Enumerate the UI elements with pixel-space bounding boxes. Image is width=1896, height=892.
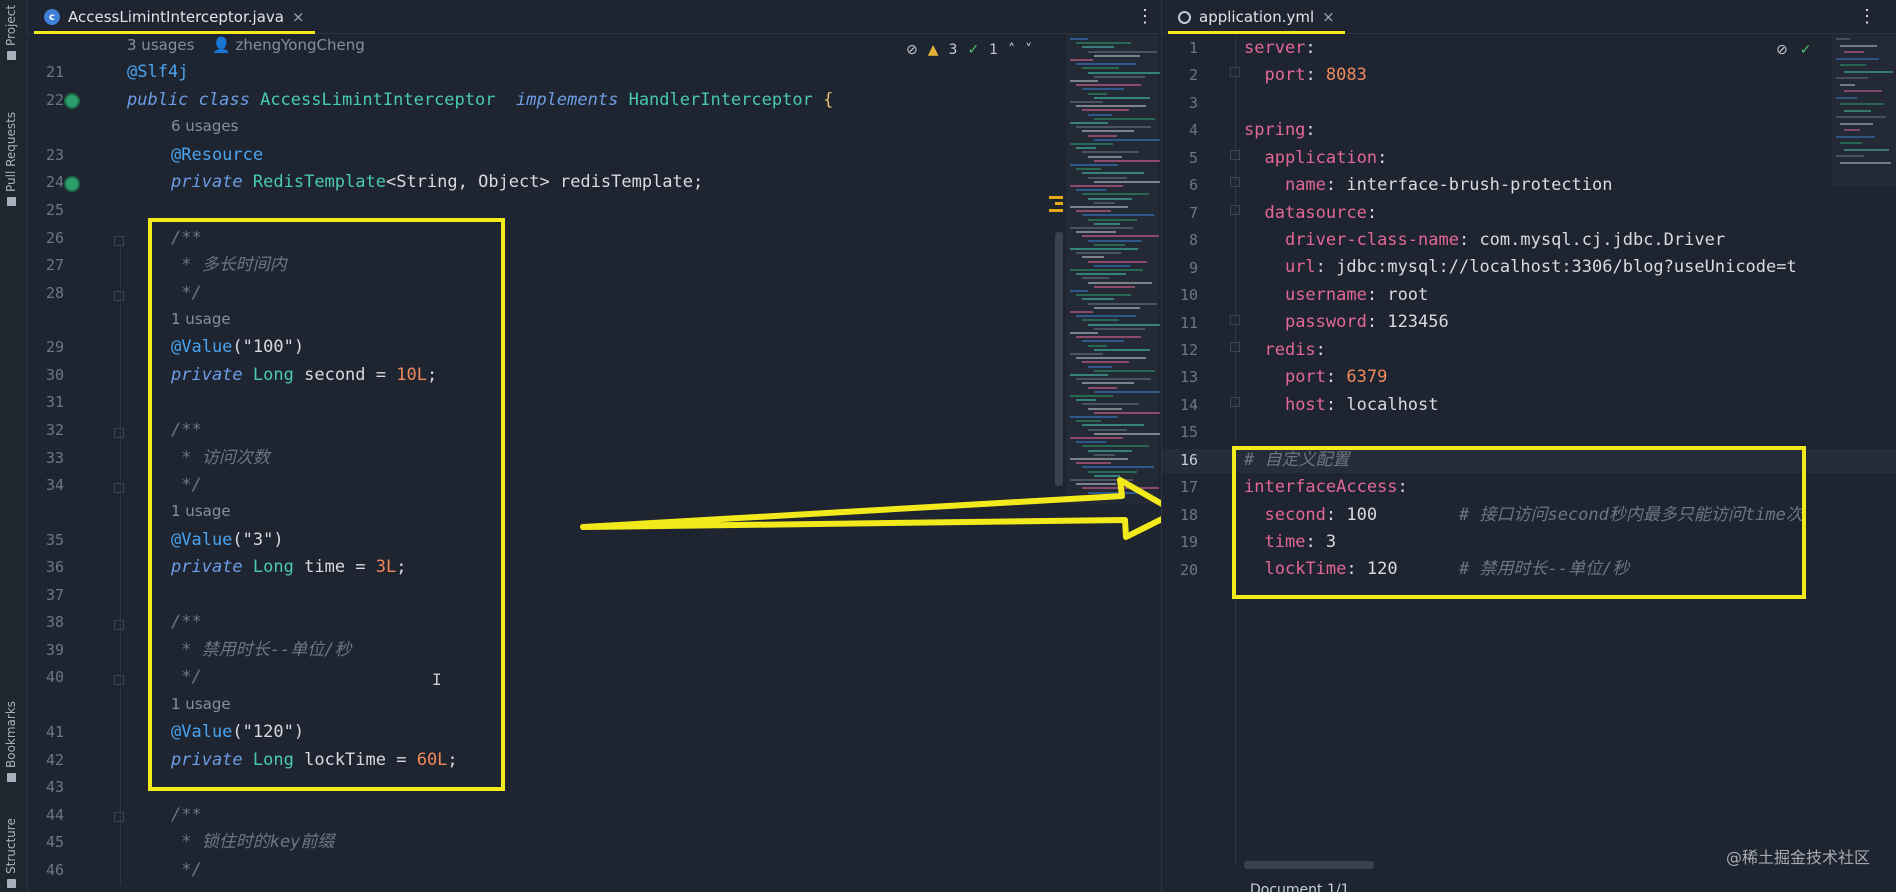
line-number: 2 (1188, 66, 1198, 85)
code-line[interactable]: host: localhost (1244, 394, 1439, 416)
line-number: 9 (1188, 258, 1198, 277)
minimap-line (1836, 116, 1886, 118)
line-number: 17 (1179, 478, 1198, 497)
fold-marker[interactable] (1230, 67, 1240, 77)
code-line[interactable]: redis: (1244, 339, 1325, 361)
line-number: 6 (1188, 176, 1198, 195)
minimap-line (1840, 122, 1873, 125)
code-line[interactable]: datasource: (1244, 202, 1377, 224)
minimap-line (1840, 161, 1891, 164)
line-number: 8 (1188, 231, 1198, 250)
more-options-icon[interactable]: ⋮ (1858, 8, 1876, 26)
code-line[interactable]: password: 123456 (1244, 311, 1449, 333)
right-edge-mask (1834, 250, 1894, 280)
minimap-line (1844, 129, 1860, 131)
line-number: 15 (1179, 423, 1198, 442)
minimap-line (1840, 44, 1877, 47)
line-number: 3 (1188, 93, 1198, 112)
minimap-line (1836, 38, 1850, 40)
minimap-line (1840, 103, 1884, 105)
highlight-box (1232, 446, 1806, 599)
settings-file-icon (1178, 10, 1191, 24)
code-line[interactable]: url: jdbc:mysql://localhost:3306/blog?us… (1244, 256, 1797, 278)
minimap-line (1844, 70, 1893, 73)
code-line[interactable]: application: (1244, 147, 1387, 169)
code-line[interactable]: driver-class-name: com.mysql.cj.jdbc.Dri… (1244, 229, 1725, 251)
minimap-line (1836, 96, 1857, 99)
code-line[interactable]: port: 8083 (1244, 64, 1366, 86)
minimap-line (1840, 64, 1866, 66)
yaml-editor-pane: application.yml × ⋮ ⊘ ✓ 1 2 3 4 5 6 7 8 9 10 11 12 1… (1161, 0, 1896, 892)
code-line[interactable]: username: root (1244, 284, 1428, 306)
line-number: 1 (1188, 39, 1198, 57)
minimap-line (1840, 142, 1862, 144)
fold-marker[interactable] (1230, 205, 1240, 215)
minimap-line (1836, 57, 1879, 60)
line-number: 7 (1188, 203, 1198, 222)
code-line[interactable]: spring: (1244, 119, 1316, 141)
line-number: 5 (1188, 148, 1198, 167)
minimap-line (1836, 77, 1868, 79)
active-tab-indicator (1168, 31, 1345, 34)
fold-marker[interactable] (1230, 150, 1240, 160)
code-line[interactable]: name: interface-brush-protection (1244, 174, 1613, 196)
line-number: 4 (1188, 121, 1198, 140)
tab-application-yml[interactable]: application.yml × (1168, 0, 1345, 34)
minimap-line (1844, 109, 1871, 112)
watermark: @稀土掘金技术社区 (1725, 848, 1870, 867)
minimap-line (1840, 83, 1855, 86)
line-number: 18 (1179, 505, 1198, 524)
line-number: 14 (1179, 395, 1198, 414)
inspection-widget: ⊘ ✓ (1776, 42, 1811, 58)
line-number: 11 (1179, 313, 1198, 332)
line-number: 13 (1179, 368, 1198, 387)
minimap-line (1844, 51, 1864, 53)
fold-marker[interactable] (1230, 315, 1240, 325)
reader-mode-icon[interactable]: ⊘ (1776, 42, 1788, 58)
check-icon[interactable]: ✓ (1800, 42, 1812, 58)
line-number: 16 (1179, 450, 1198, 469)
fold-marker[interactable] (1230, 397, 1240, 407)
minimap-line (1836, 155, 1864, 157)
fold-marker[interactable] (1230, 177, 1240, 187)
line-number: 10 (1179, 286, 1198, 305)
code-minimap[interactable] (1832, 34, 1896, 186)
line-number: 19 (1179, 533, 1198, 552)
horizontal-scrollbar[interactable] (1244, 861, 1374, 869)
fold-marker[interactable] (1230, 342, 1240, 352)
minimap-line (1836, 135, 1875, 138)
document-status: Document 1/1 (1250, 882, 1350, 892)
minimap-line (1844, 148, 1889, 151)
minimap-line (1844, 90, 1882, 92)
line-number: 12 (1179, 340, 1198, 359)
code-line[interactable]: server: (1244, 37, 1316, 59)
editor-tab-bar: application.yml × ⋮ (1162, 0, 1896, 34)
line-number: 20 (1179, 560, 1198, 579)
code-line[interactable]: port: 6379 (1244, 366, 1387, 388)
close-icon[interactable]: × (1322, 8, 1335, 26)
